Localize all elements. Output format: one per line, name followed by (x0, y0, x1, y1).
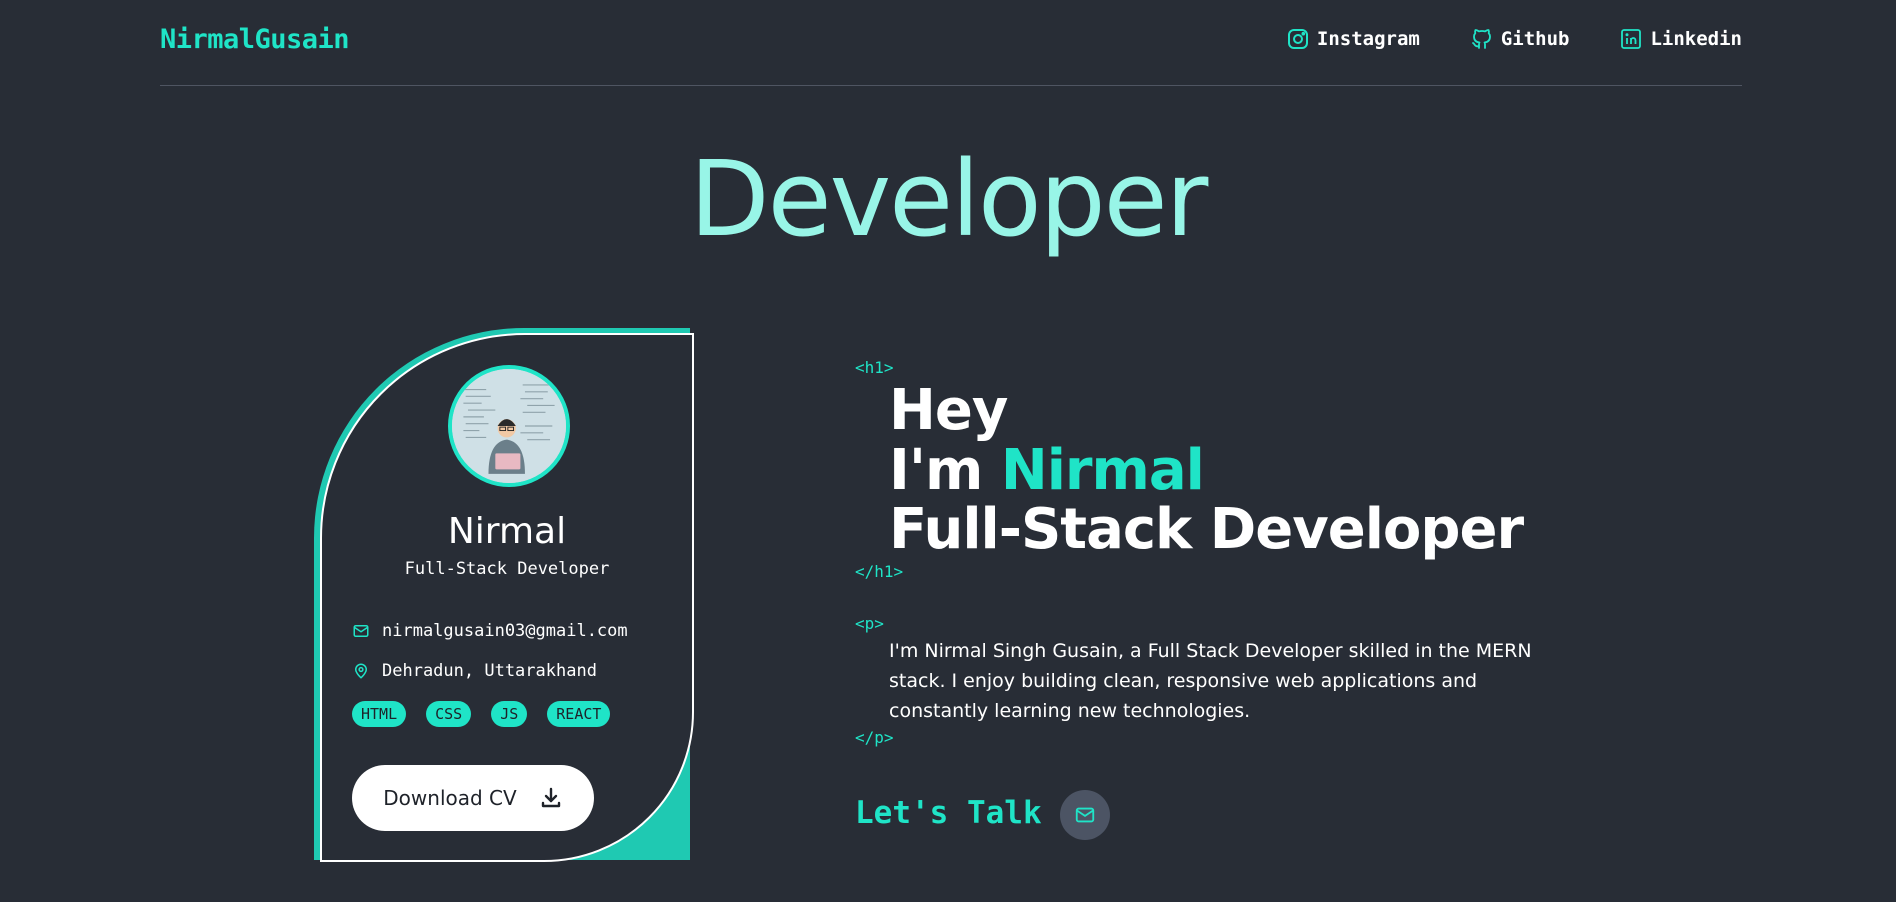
profile-role: Full-Stack Developer (404, 559, 610, 579)
nav-instagram-link[interactable]: Instagram (1286, 27, 1420, 51)
nav-instagram-label: Instagram (1316, 28, 1420, 50)
email-row: nirmalgusain03@gmail.com (352, 621, 628, 641)
site-logo[interactable]: NirmalGusain (160, 24, 350, 55)
p-close-tag: </p> (855, 728, 894, 747)
download-cv-label: Download CV (383, 786, 517, 810)
name-line-prefix: I'm (889, 438, 1001, 503)
mail-icon (1075, 807, 1095, 823)
greeting-line: Hey (889, 378, 1008, 443)
top-nav: Instagram Github Linkedin (1286, 27, 1742, 51)
map-pin-icon (354, 663, 368, 679)
download-icon (541, 787, 560, 808)
h1-close-tag: </h1> (855, 562, 904, 581)
mail-icon (353, 625, 369, 637)
skill-tag: HTML (352, 701, 407, 727)
location-text: Dehradun, Uttarakhand (382, 661, 597, 681)
skill-tag: JS (491, 701, 528, 727)
h1-open-tag: <h1> (855, 358, 894, 377)
linkedin-icon (1621, 29, 1642, 49)
nav-linkedin-link[interactable]: Linkedin (1619, 27, 1742, 51)
hero-title: Developer (689, 138, 1209, 260)
p-open-tag: <p> (855, 614, 884, 633)
nav-github-link[interactable]: Github (1470, 27, 1570, 51)
location-row: Dehradun, Uttarakhand (352, 661, 597, 681)
contact-mail-button[interactable] (1060, 790, 1110, 840)
profile-name: Nirmal (447, 511, 567, 552)
name-line: I'm Nirmal (889, 438, 1205, 503)
github-icon (1471, 29, 1491, 49)
avatar (448, 365, 570, 487)
skill-tag: REACT (547, 701, 611, 727)
skill-tags: HTML CSS JS REACT (352, 701, 611, 727)
download-cv-button[interactable]: Download CV (352, 765, 594, 831)
avatar-illustration (452, 369, 566, 483)
nav-github-label: Github (1500, 28, 1570, 50)
profile-card: Nirmal Full-Stack Developer nirmalgusain… (320, 333, 694, 862)
instagram-icon (1287, 29, 1308, 49)
highlighted-name: Nirmal (1000, 438, 1205, 503)
about-paragraph: I'm Nirmal Singh Gusain, a Full Stack De… (889, 640, 1532, 722)
site-header: NirmalGusain Instagram Github Linkedin (160, 0, 1742, 86)
lets-talk-heading: Let's Talk (855, 795, 1042, 831)
nav-linkedin-label: Linkedin (1650, 28, 1742, 50)
skill-tag: CSS (426, 701, 472, 727)
role-line: Full-Stack Developer (889, 497, 1524, 562)
email-text[interactable]: nirmalgusain03@gmail.com (382, 621, 628, 641)
